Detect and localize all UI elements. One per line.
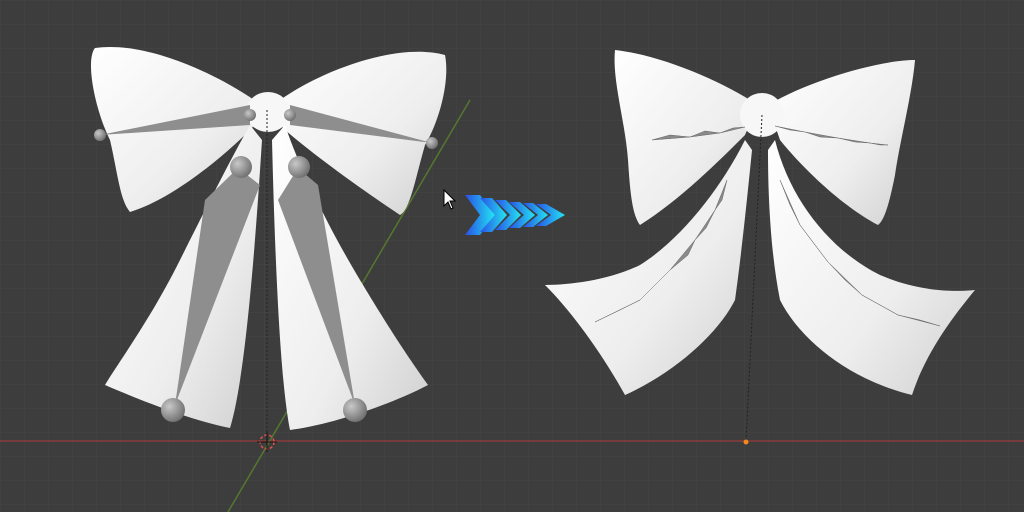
viewport-canvas[interactable] [0, 0, 1024, 512]
3d-viewport[interactable] [0, 0, 1024, 512]
object-origin-icon [743, 439, 749, 445]
